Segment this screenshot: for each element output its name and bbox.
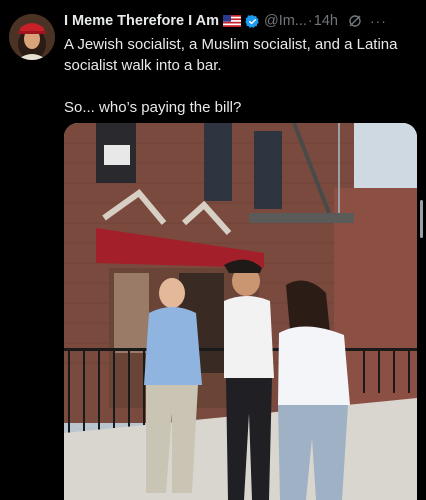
more-options-icon[interactable]: ··· [370,13,387,29]
avatar-image [9,14,55,60]
tweet-header: I Meme Therefore I Am @Im... · 14h ··· [64,11,418,31]
tweet: I Meme Therefore I Am @Im... · 14h ··· A… [0,0,426,500]
avatar[interactable] [9,14,55,60]
tweet-text: A Jewish socialist, a Muslim socialist, … [64,34,414,118]
scrollbar[interactable] [420,200,423,238]
tweet-text-line: A Jewish socialist, a Muslim socialist, … [64,36,398,74]
grok-icon[interactable] [348,14,362,28]
tweet-text-line: So... who’s paying the bill? [64,99,242,116]
us-flag-icon [222,15,241,27]
timestamp[interactable]: 14h [314,13,338,29]
separator: · [307,13,313,29]
photo-street-scene [64,123,417,500]
display-name[interactable]: I Meme Therefore I Am [64,13,219,29]
handle[interactable]: @Im... [264,13,307,29]
verified-badge-icon [245,14,260,29]
tweet-photo[interactable] [64,123,417,500]
